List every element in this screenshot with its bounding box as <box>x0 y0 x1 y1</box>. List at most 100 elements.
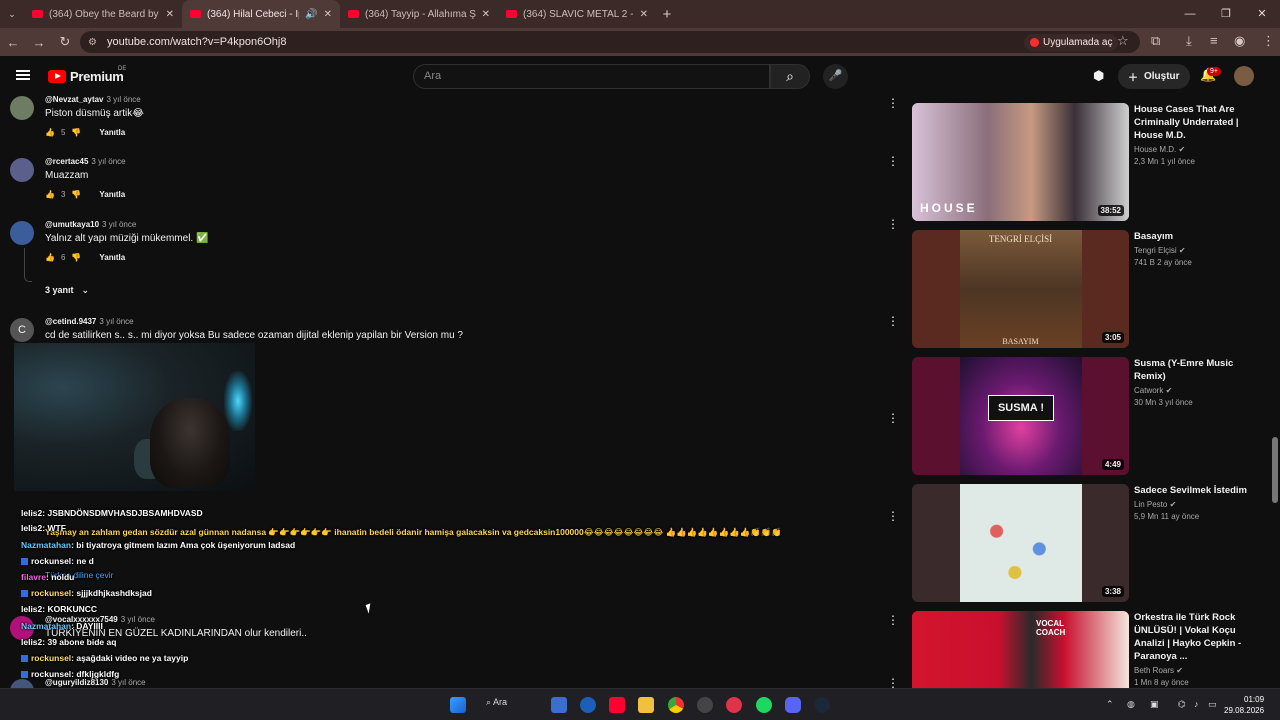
profile-icon[interactable]: ◉ <box>1234 33 1245 49</box>
account-avatar[interactable] <box>1234 66 1254 86</box>
widgets-icon[interactable] <box>551 697 567 713</box>
comment-time[interactable]: 3 yıl önce <box>107 96 141 104</box>
steam-icon[interactable] <box>814 697 830 713</box>
comment-author[interactable]: @rcertac45 <box>45 157 88 166</box>
reply-button[interactable]: Yanıtla <box>99 253 125 262</box>
media-player-icon[interactable] <box>726 697 742 713</box>
reply-button[interactable]: Yanıtla <box>99 128 125 137</box>
new-tab-icon[interactable]: + <box>656 6 678 23</box>
comment-menu-icon[interactable]: ⋮ <box>887 613 899 627</box>
related-video[interactable]: HOUSE 38:52 House Cases That Are Crimina… <box>912 96 1272 221</box>
video-title[interactable]: Susma (Y-Emre Music Remix) <box>1134 357 1264 383</box>
comment-menu-icon[interactable]: ⋮ <box>887 154 899 168</box>
site-info-icon[interactable]: ⚙ <box>88 37 97 48</box>
video-thumbnail[interactable]: 3:38 <box>912 484 1129 602</box>
open-in-app-button[interactable]: Uygulamada aç <box>1024 34 1119 51</box>
cast-icon[interactable]: ⬢ <box>1093 68 1104 84</box>
related-video[interactable]: VOCAL COACH Orkestra ile Türk Rock ÜNLÜS… <box>912 604 1272 688</box>
avatar[interactable] <box>10 616 34 640</box>
comment-time[interactable]: 3 yıl önce <box>121 615 155 624</box>
page-scrollbar[interactable] <box>1272 437 1278 503</box>
comment-time[interactable]: 3 yıl önce <box>91 157 125 166</box>
avatar[interactable]: C <box>10 318 34 342</box>
channel-name[interactable]: Beth Roars <box>1134 666 1174 675</box>
channel-name[interactable]: Catwork <box>1134 386 1163 395</box>
bookmark-star-icon[interactable]: ☆ <box>1117 33 1129 49</box>
tab-3[interactable]: (364) Tayyip - Allahıma Şükür B ✕ <box>340 0 498 28</box>
comment-time[interactable]: 3 yıl önce <box>111 678 145 687</box>
address-bar[interactable]: ⚙ youtube.com/watch?v=P4kpon6Ohj8 <box>80 31 1140 53</box>
comment-author[interactable]: @cetind.9437 <box>45 317 96 326</box>
channel-name[interactable]: Tengri Elçisi <box>1134 246 1177 255</box>
comment-time[interactable]: 3 yıl önce <box>102 220 136 229</box>
wifi-icon[interactable]: ⌬ <box>1178 699 1186 710</box>
avatar[interactable] <box>10 679 34 688</box>
comment-author[interactable]: @uguryildiz8130 <box>45 678 108 687</box>
maximize-icon[interactable]: ❐ <box>1208 0 1244 28</box>
menu-dots-icon[interactable]: ⋮ <box>1262 33 1275 49</box>
start-icon[interactable] <box>450 697 466 713</box>
video-title[interactable]: Basayım <box>1134 230 1264 243</box>
file-explorer-icon[interactable] <box>638 697 654 713</box>
spotify-icon[interactable] <box>756 697 772 713</box>
tray-chevron-icon[interactable]: ⌃ <box>1106 699 1114 710</box>
reading-list-icon[interactable]: ≡ <box>1210 33 1218 48</box>
battery-icon[interactable]: ▭ <box>1208 699 1217 710</box>
tab-search-chevron-icon[interactable]: ⌄ <box>0 9 24 20</box>
tab-4[interactable]: (364) SLAVIC METAL 2 - YouTub ✕ <box>498 0 656 28</box>
comment-menu-icon[interactable]: ⋮ <box>887 411 899 425</box>
close-tab-icon[interactable]: ✕ <box>324 9 332 20</box>
comment-author[interactable]: @umutkaya10 <box>45 220 99 229</box>
system-clock[interactable]: 01:09 29.08.2026 <box>1224 694 1264 716</box>
comment-author[interactable]: @Nevzat_aytav <box>45 96 104 104</box>
speaker-icon[interactable]: 🔊 <box>305 9 317 20</box>
taskbar-search[interactable]: ⌕ Ara <box>486 697 507 708</box>
tray-steam-icon[interactable]: ◍ <box>1127 699 1135 710</box>
dislike-icon[interactable]: 👎 <box>71 190 81 199</box>
comment-time[interactable]: 3 yıl önce <box>99 317 133 326</box>
obs-icon[interactable] <box>697 697 713 713</box>
extensions-icon[interactable]: ⧉ <box>1151 33 1160 49</box>
dislike-icon[interactable]: 👎 <box>71 128 81 137</box>
youtube-app-icon[interactable] <box>609 697 625 713</box>
video-title[interactable]: Sadece Sevilmek İstedim <box>1134 484 1264 497</box>
voice-search-icon[interactable]: 🎤 <box>823 64 848 89</box>
discord-icon[interactable] <box>785 697 801 713</box>
comment-menu-icon[interactable]: ⋮ <box>887 509 899 523</box>
create-button[interactable]: ＋ Oluştur <box>1118 64 1190 89</box>
youtube-premium-logo[interactable]: Premium DE <box>48 66 126 84</box>
tray-app-icon[interactable]: ▣ <box>1150 699 1159 710</box>
tab-1[interactable]: (364) Obey the Beard by Psych ✕ <box>24 0 182 28</box>
related-video[interactable]: SUSMA ! 4:49 Susma (Y-Emre Music Remix) … <box>912 350 1272 475</box>
chrome-icon[interactable] <box>668 697 684 713</box>
comment-menu-icon[interactable]: ⋮ <box>887 217 899 231</box>
like-icon[interactable]: 👍 <box>45 128 55 137</box>
like-icon[interactable]: 👍 <box>45 253 55 262</box>
replies-toggle[interactable]: 3 yanıt ⌄ <box>45 285 89 296</box>
back-icon[interactable]: ← <box>0 35 26 50</box>
tab-2[interactable]: (364) Hilal Cebeci - İpe İpe 🔊 ✕ <box>182 0 340 28</box>
comment-menu-icon[interactable]: ⋮ <box>887 96 899 110</box>
search-button[interactable]: ⌕ <box>770 64 810 89</box>
close-tab-icon[interactable]: ✕ <box>640 9 648 20</box>
video-thumbnail[interactable]: VOCAL COACH <box>912 611 1129 688</box>
close-tab-icon[interactable]: ✕ <box>482 9 490 20</box>
avatar[interactable] <box>10 221 34 245</box>
download-icon[interactable]: ⤓ <box>1186 33 1192 49</box>
video-thumbnail[interactable]: TENGRİ ELÇİSİ BASAYIM 3:05 <box>912 230 1129 348</box>
video-title[interactable]: Orkestra ile Türk Rock ÜNLÜSÜ! | Vokal K… <box>1134 611 1264 663</box>
avatar[interactable] <box>10 96 34 120</box>
video-title[interactable]: House Cases That Are Criminally Underrat… <box>1134 103 1264 142</box>
reload-icon[interactable]: ↻ <box>52 34 78 50</box>
close-window-icon[interactable]: ✕ <box>1244 0 1280 28</box>
related-video[interactable]: TENGRİ ELÇİSİ BASAYIM 3:05 Basayım Tengr… <box>912 223 1272 348</box>
related-video[interactable]: 3:38 Sadece Sevilmek İstedim Lin Pesto ✔… <box>912 477 1272 602</box>
channel-name[interactable]: House M.D. <box>1134 145 1176 154</box>
video-thumbnail[interactable]: SUSMA ! 4:49 <box>912 357 1129 475</box>
search-input[interactable]: Ara <box>413 64 770 89</box>
volume-icon[interactable]: ♪ <box>1194 699 1199 709</box>
comment-menu-icon[interactable]: ⋮ <box>887 676 899 688</box>
channel-name[interactable]: Lin Pesto <box>1134 500 1167 509</box>
forward-icon[interactable]: → <box>26 35 52 50</box>
like-icon[interactable]: 👍 <box>45 190 55 199</box>
